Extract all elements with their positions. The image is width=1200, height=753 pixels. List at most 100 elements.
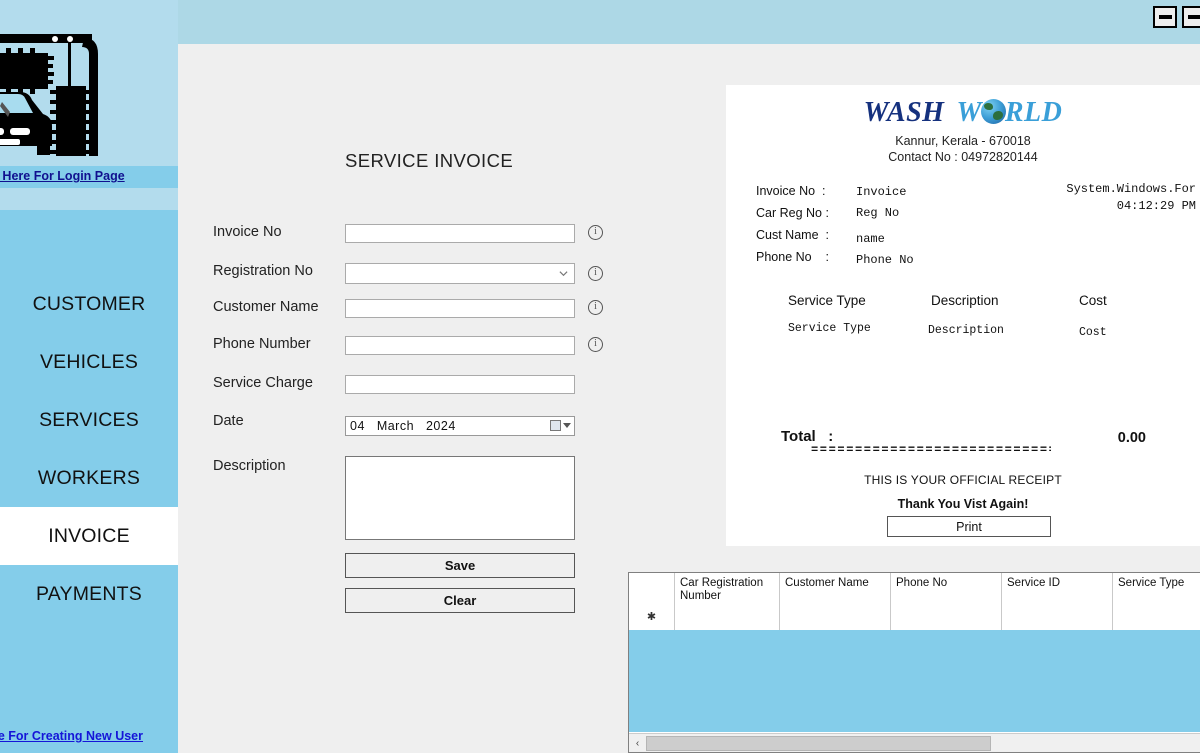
info-icon[interactable]: i [588, 337, 603, 352]
brand-word-wash: WASH [863, 97, 945, 128]
grid-header-customer-name[interactable]: Customer Name [780, 573, 891, 604]
receipt-phone-no-value: Phone No [856, 253, 914, 267]
receipt-cell-service-type: Service Type [788, 322, 871, 335]
sidebar-item-label: SERVICES [39, 409, 139, 431]
window-controls [1153, 6, 1200, 28]
grid-header-service-type[interactable]: Service Type [1113, 573, 1200, 604]
registration-no-label: Registration No [213, 263, 313, 279]
application-window: k Here For Login Page CUSTOMER VEHICLES … [0, 0, 1200, 753]
receipt-address: Kannur, Kerala - 670018 [895, 134, 1031, 148]
grid-cell-service-type[interactable] [1113, 604, 1200, 630]
receipt-divider: ================================ [811, 443, 1051, 457]
scroll-left-arrow-icon[interactable]: ‹ [629, 735, 646, 752]
clear-button[interactable]: Clear [345, 588, 575, 613]
customer-name-input[interactable] [345, 299, 575, 318]
receipt-official-text: THIS IS YOUR OFFICIAL RECEIPT [864, 473, 1062, 487]
receipt-car-reg-no-value: Reg No [856, 206, 900, 220]
login-page-link[interactable]: k Here For Login Page [0, 166, 178, 186]
brand-letter-w: W [956, 97, 982, 128]
info-icon[interactable]: i [588, 300, 603, 315]
service-charge-input[interactable] [345, 375, 575, 394]
receipt-phone-no-label: Phone No : [756, 250, 829, 264]
sidebar-item-services[interactable]: SERVICES [0, 391, 178, 449]
grid-cell-car-registration-number[interactable] [675, 604, 780, 630]
registration-no-dropdown[interactable] [345, 263, 575, 284]
create-new-user-link[interactable]: ere For Creating New User [0, 727, 178, 745]
brand-logo: WASH W RLD [726, 97, 1200, 129]
grid-new-row-marker: ✱ [629, 604, 675, 630]
receipt-cell-cost: Cost [1079, 326, 1107, 339]
description-label: Description [213, 458, 286, 474]
sidebar-item-invoice[interactable]: INVOICE [0, 507, 178, 565]
date-value: 04 March 2024 [350, 419, 456, 433]
receipt-invoice-no-value: Invoice [856, 185, 907, 199]
receipt-system-line2: 04:12:29 PM [1116, 199, 1196, 213]
sidebar-item-label: WORKERS [37, 467, 141, 489]
maximize-icon[interactable] [1182, 6, 1200, 28]
receipt-cell-description: Description [928, 324, 1004, 337]
receipt-col-cost: Cost [1079, 293, 1107, 308]
grid-horizontal-scrollbar[interactable]: ‹ [629, 733, 1200, 752]
sidebar-item-label: CUSTOMER [32, 293, 146, 315]
receipt-system-line1: System.Windows.For [1066, 182, 1196, 196]
receipt-thanks-text: Thank You Vist Again! [897, 497, 1029, 511]
receipt-cust-name-value: name [856, 232, 885, 246]
sidebar-item-customer[interactable]: CUSTOMER [0, 275, 178, 333]
minimize-icon[interactable] [1153, 6, 1177, 28]
description-textarea[interactable] [345, 456, 575, 540]
chevron-down-icon [559, 271, 568, 277]
sidebar-nav: CUSTOMER VEHICLES SERVICES WORKERS INVOI… [0, 275, 178, 623]
info-icon[interactable]: i [588, 266, 603, 281]
invoice-receipt-panel: WASH W RLD Kannur, Kerala - 670018 Contact… [726, 85, 1200, 546]
scroll-thumb[interactable] [646, 735, 991, 751]
sidebar-item-payments[interactable]: PAYMENTS [0, 565, 178, 623]
table-row[interactable]: ✱ [629, 604, 1200, 631]
logo-panel [0, 0, 178, 170]
receipt-system-meta: System.Windows.For 04:12:29 PM [1026, 181, 1196, 215]
page-title: SERVICE INVOICE [345, 150, 514, 171]
grid-empty-area [629, 630, 1200, 732]
receipt-invoice-no-label: Invoice No : [756, 184, 826, 198]
grid-header-phone-no[interactable]: Phone No [891, 573, 1002, 604]
phone-number-input[interactable] [345, 336, 575, 355]
receipt-cust-name-label: Cust Name : [756, 228, 829, 242]
receipt-col-service-type: Service Type [788, 293, 866, 308]
brand-logo-text: WASH W RLD [864, 97, 1063, 129]
invoice-data-grid[interactable]: Car Registration Number Customer Name Ph… [628, 572, 1200, 753]
grid-header-selector[interactable] [629, 573, 675, 604]
receipt-total-value: 0.00 [1117, 430, 1146, 446]
grid-cell-phone-no[interactable] [891, 604, 1002, 630]
print-button[interactable]: Print [887, 516, 1051, 537]
receipt-col-description: Description [931, 293, 999, 308]
grid-header-row: Car Registration Number Customer Name Ph… [629, 573, 1200, 605]
minimize-glyph [1158, 15, 1172, 19]
sidebar-item-label: INVOICE [48, 525, 130, 547]
brand-word-rld: RLD [1004, 97, 1063, 128]
sidebar-item-label: VEHICLES [39, 351, 139, 373]
date-picker[interactable]: 04 March 2024 [345, 416, 575, 436]
date-label: Date [213, 413, 244, 429]
date-picker-button[interactable] [550, 420, 571, 431]
grid-cell-service-id[interactable] [1002, 604, 1113, 630]
car-wash-logo [0, 34, 98, 156]
service-charge-label: Service Charge [213, 375, 313, 391]
grid-cell-customer-name[interactable] [780, 604, 891, 630]
grid-header-car-registration-number[interactable]: Car Registration Number [675, 573, 780, 604]
sidebar-item-label: PAYMENTS [36, 583, 142, 605]
receipt-contact: Contact No : 04972820144 [888, 150, 1038, 164]
invoice-no-input[interactable] [345, 224, 575, 243]
sidebar-light-band [0, 188, 178, 210]
dropdown-triangle-icon [563, 423, 571, 428]
sidebar: k Here For Login Page CUSTOMER VEHICLES … [0, 0, 178, 753]
grid-header-service-id[interactable]: Service ID [1002, 573, 1113, 604]
customer-name-label: Customer Name [213, 299, 319, 315]
calendar-icon [550, 420, 561, 431]
save-button[interactable]: Save [345, 553, 575, 578]
info-icon[interactable]: i [588, 225, 603, 240]
title-bar [178, 0, 1200, 44]
sidebar-item-workers[interactable]: WORKERS [0, 449, 178, 507]
sidebar-item-vehicles[interactable]: VEHICLES [0, 333, 178, 391]
maximize-glyph [1187, 15, 1200, 19]
receipt-car-reg-no-label: Car Reg No : [756, 206, 829, 220]
globe-icon [980, 99, 1006, 124]
